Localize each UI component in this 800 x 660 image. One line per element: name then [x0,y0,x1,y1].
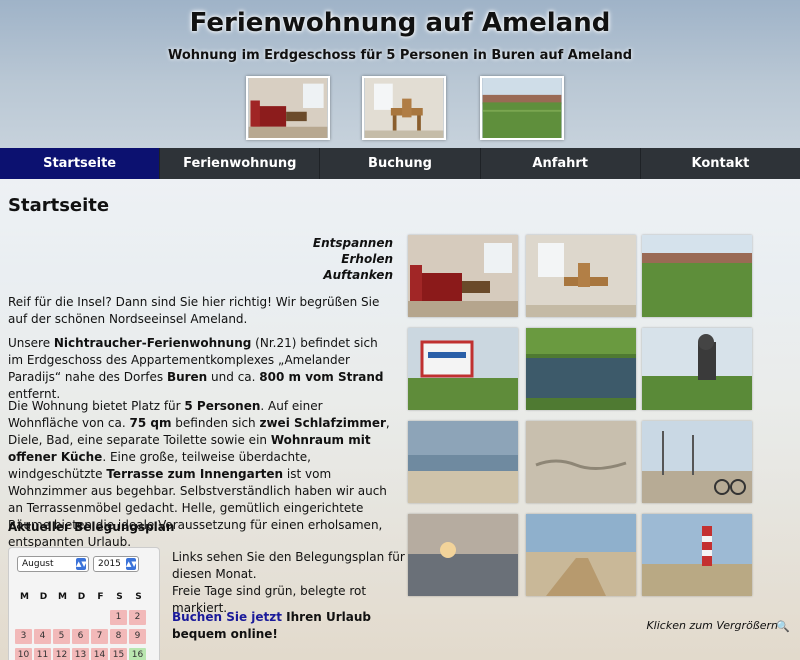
calendar-day-booked: 10 [15,648,32,660]
gallery-photo-sand-writing[interactable] [526,421,636,503]
year-select[interactable]: 2015 ▲▼ [93,556,139,572]
calendar-weekday-header: M D M D F S S [15,592,148,602]
header-photo-dining[interactable] [362,76,446,140]
calendar-week-row: 12 [15,610,148,625]
weekday-label: M [58,592,67,602]
calendar-day-booked: 9 [129,629,146,644]
calendar-empty-cell [72,610,89,625]
calendar-day-booked: 6 [72,629,89,644]
nav-item-ferienwohnung[interactable]: Ferienwohnung [160,148,321,179]
occupancy-calendar: August ▲▼ 2015 ▲▼ M D M D F S S 12 345678… [8,547,160,660]
calendar-day-booked: 8 [110,629,127,644]
calendar-empty-cell [15,610,32,625]
site-title: Ferienwohnung auf Ameland [189,8,611,38]
legend-line: Links sehen Sie den Belegungsplan für di… [172,550,405,581]
calendar-day-booked: 4 [34,629,51,644]
calendar-day-booked: 7 [91,629,108,644]
calendar-day-booked: 12 [53,648,70,660]
gallery-photo-lighthouse[interactable] [642,514,752,596]
tagline: Entspannen Erholen Auftanken [313,235,393,283]
header-photo-living-room[interactable] [246,76,330,140]
calendar-day-booked: 5 [53,629,70,644]
nav-item-kontakt[interactable]: Kontakt [641,148,800,179]
page-title: Startseite [8,195,110,216]
intro-paragraph: Reif für die Insel? Dann sind Sie hier r… [8,295,380,326]
gallery-photo-dunes-path[interactable] [526,514,636,596]
calendar-empty-cell [53,610,70,625]
tagline-line: Erholen [341,252,393,266]
tagline-line: Auftanken [323,268,393,282]
calendar-empty-cell [34,610,51,625]
month-select[interactable]: August ▲▼ [17,556,89,572]
calendar-day-booked: 15 [110,648,127,660]
occupancy-plan-heading: Aktueller Belegungsplan [8,520,175,534]
main-content: Startseite Entspannen Erholen Auftanken … [0,179,800,660]
year-select-value: 2015 [98,559,121,569]
weekday-label: S [116,592,123,602]
calendar-day-booked: 2 [129,610,146,625]
month-select-value: August [22,559,54,569]
calendar-day-booked: 13 [72,648,89,660]
weekday-label: F [97,592,104,602]
weekday-label: M [20,592,29,602]
nav-item-buchung[interactable]: Buchung [320,148,481,179]
header-photo-garden[interactable] [480,76,564,140]
main-navigation: Startseite Ferienwohnung Buchung Anfahrt… [0,148,800,179]
gallery-photo-complex-sign[interactable] [408,328,518,410]
calendar-day-booked: 3 [15,629,32,644]
magnifier-icon: 🔍 [776,620,790,633]
nav-item-anfahrt[interactable]: Anfahrt [481,148,641,179]
weekday-label: D [77,592,86,602]
site-header: Ferienwohnung auf Ameland Wohnung im Erd… [0,0,800,148]
calendar-empty-cell [91,610,108,625]
tagline-line: Entspannen [312,236,393,250]
calendar-day-free: 16 [129,648,146,660]
calendar-day-booked: 11 [34,648,51,660]
select-arrows-icon: ▲▼ [126,558,137,570]
calendar-week-row: 10 11 12 13 14 15 16 [15,648,148,660]
book-now-link[interactable]: Buchen Sie jetzt [172,610,282,624]
booking-call-to-action: Buchen Sie jetzt Ihren Urlaub bequem onl… [172,609,407,643]
calendar-day-booked: 14 [91,648,108,660]
gallery-photo-living-room[interactable] [408,235,518,317]
calendar-week-row: 3456789 [15,629,148,644]
weekday-label: D [39,592,48,602]
site-subtitle: Wohnung im Erdgeschoss für 5 Personen in… [167,48,633,63]
calendar-day-booked: 1 [110,610,127,625]
calendar-legend-text: Links sehen Sie den Belegungsplan für di… [172,549,407,617]
gallery-photo-pond[interactable] [526,328,636,410]
select-arrows-icon: ▲▼ [76,558,87,570]
gallery-photo-bikes-promenade[interactable] [642,421,752,503]
nav-item-startseite[interactable]: Startseite [0,148,161,179]
weekday-label: S [135,592,142,602]
apartment-paragraph: Unsere Nichtraucher-Ferienwohnung (Nr.21… [8,336,384,401]
zoom-hint: Klicken zum Vergrößern [646,619,778,632]
gallery-photo-meadow[interactable] [642,235,752,317]
gallery-photo-beach-waves[interactable] [408,421,518,503]
gallery-photo-sunset[interactable] [408,514,518,596]
gallery-photo-sculpture[interactable] [642,328,752,410]
gallery-photo-dining[interactable] [526,235,636,317]
